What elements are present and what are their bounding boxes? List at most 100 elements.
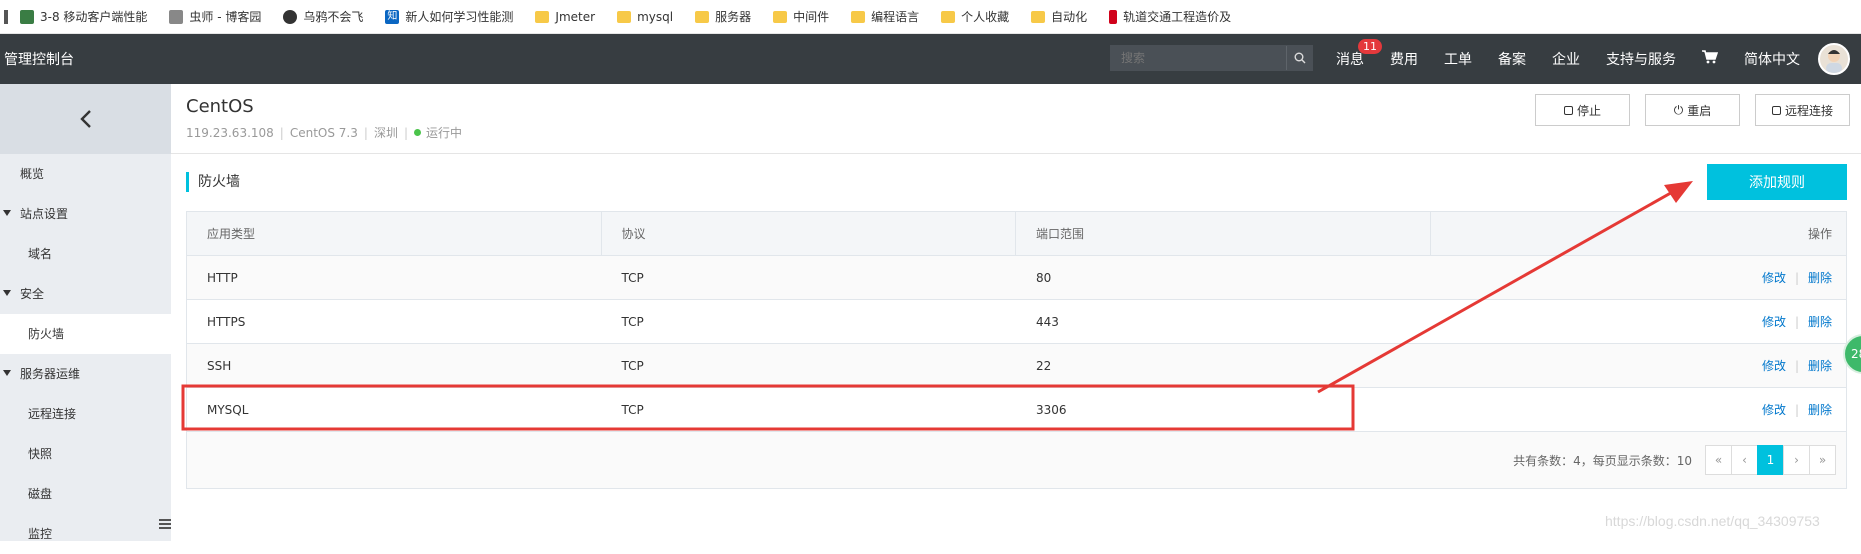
cell-protocol: TCP (621, 402, 644, 417)
folder-icon (941, 10, 956, 23)
column-header: 应用类型 (187, 212, 602, 255)
bookmark-item[interactable]: 轨道交通工程造价及 (1109, 8, 1231, 25)
cell-protocol: TCP (621, 358, 644, 373)
nav-language[interactable]: 简体中文 (1744, 49, 1800, 69)
collapse-sidebar-button[interactable] (0, 84, 171, 154)
nav-tickets[interactable]: 工单 (1444, 49, 1472, 69)
pagination: « ‹ 1 › » (1705, 445, 1836, 475)
search-box (1110, 45, 1313, 71)
search-icon[interactable] (1286, 46, 1312, 70)
instance-region: 深圳 (373, 126, 398, 140)
sidebar-group-security[interactable]: 安全 (0, 274, 171, 314)
add-rule-button[interactable]: 添加规则 (1707, 164, 1847, 200)
table-row: MYSQL TCP 3306 修改 | 删除 (187, 388, 1846, 432)
bookmark-folder[interactable]: 自动化 (1031, 8, 1087, 25)
edit-link[interactable]: 修改 (1762, 313, 1786, 330)
page-1-button[interactable]: 1 (1757, 445, 1784, 475)
top-navigation: 管理控制台 消息11 费用 工单 备案 企业 支持与服务 简体中文 (0, 34, 1861, 84)
cell-app: MYSQL (207, 402, 249, 417)
caret-down-icon (3, 210, 11, 216)
edit-link[interactable]: 修改 (1762, 401, 1786, 418)
column-header: 协议 (602, 212, 1016, 255)
bookmark-item[interactable]: 知新人如何学习性能测 (385, 8, 513, 25)
bookmark-icon (169, 9, 184, 24)
instance-header: CentOS 119.23.63.108 | CentOS 7.3 | 深圳 |… (171, 84, 1861, 154)
bookmark-item[interactable]: 虫师 - 博客园 (169, 8, 261, 25)
prev-page-button[interactable]: ‹ (1731, 445, 1758, 475)
delete-link[interactable]: 删除 (1808, 357, 1832, 374)
bookmark-icon (283, 9, 298, 24)
bookmark-icon (1109, 9, 1118, 24)
last-page-button[interactable]: » (1809, 445, 1836, 475)
pagination-summary: 共有条数：4，每页显示条数：10 (1513, 453, 1692, 468)
delete-link[interactable]: 删除 (1808, 269, 1832, 286)
firewall-table: 应用类型 协议 端口范围 操作 HTTP TCP 80 修改 | 删除 HTTPS … (186, 211, 1847, 489)
sidebar-item-remote[interactable]: 远程连接 (0, 394, 171, 434)
cell-port: 22 (1036, 358, 1052, 373)
bookmark-folder[interactable]: 服务器 (695, 8, 751, 25)
sidebar-item-firewall[interactable]: 防火墙 (0, 314, 171, 354)
instance-meta: 119.23.63.108 | CentOS 7.3 | 深圳 | 运行中 (186, 125, 463, 141)
cell-port: 3306 (1036, 402, 1067, 417)
edit-link[interactable]: 修改 (1762, 269, 1786, 286)
bookmark-item[interactable]: 3-8 移动客户端性能 (20, 8, 147, 25)
cell-port: 80 (1036, 270, 1052, 285)
edit-link[interactable]: 修改 (1762, 357, 1786, 374)
annotation-arrow-head (1664, 181, 1693, 203)
sidebar-item-snapshot[interactable]: 快照 (0, 434, 171, 474)
folder-icon (695, 10, 710, 23)
zhihu-icon: 知 (385, 9, 400, 24)
instance-ip: 119.23.63.108 (186, 125, 274, 140)
delete-link[interactable]: 删除 (1808, 313, 1832, 330)
folder-icon (1031, 10, 1046, 23)
watermark: https://blog.csdn.net/qq_34309753 (1605, 513, 1820, 529)
bookmark-item[interactable]: 乌鸦不会飞 (283, 8, 363, 25)
remote-icon (1771, 105, 1781, 115)
console-brand[interactable]: 管理控制台 (4, 49, 74, 69)
bookmark-icon (20, 9, 34, 24)
nav-icp[interactable]: 备案 (1498, 49, 1526, 69)
table-header: 应用类型 协议 端口范围 操作 (187, 212, 1846, 256)
nav-billing[interactable]: 费用 (1390, 49, 1418, 69)
bookmark-folder[interactable]: mysql (617, 10, 673, 24)
folder-icon (851, 10, 866, 23)
delete-link[interactable]: 删除 (1808, 401, 1832, 418)
table-footer: 共有条数：4，每页显示条数：10 « ‹ 1 › » (187, 432, 1846, 488)
stop-icon (1563, 105, 1573, 115)
next-page-button[interactable]: › (1783, 445, 1810, 475)
restart-button[interactable]: ⏻ 重启 (1645, 94, 1740, 126)
cell-ops: 修改 | 删除 (1761, 313, 1833, 330)
sidebar-item-monitor[interactable]: 监控 (0, 514, 171, 554)
folder-icon (773, 10, 788, 23)
column-header: 端口范围 (1016, 212, 1431, 255)
sidebar-group-server-ops[interactable]: 服务器运维 (0, 354, 171, 394)
sidebar-item-overview[interactable]: 概览 (0, 154, 171, 194)
bookmark-folder[interactable]: 中间件 (773, 8, 829, 25)
sidebar-group-site-settings[interactable]: 站点设置 (0, 194, 171, 234)
bookmark-folder[interactable]: 编程语言 (851, 8, 919, 25)
nav-enterprise[interactable]: 企业 (1552, 49, 1580, 69)
cell-ops: 修改 | 删除 (1761, 269, 1833, 286)
avatar[interactable] (1818, 43, 1850, 75)
search-input[interactable] (1111, 46, 1286, 70)
sidebar: 概览 站点设置 域名 安全 防火墙 服务器运维 远程连接 快照 磁盘 监控 (0, 84, 171, 541)
cart-icon[interactable] (1702, 50, 1719, 68)
caret-down-icon (3, 370, 11, 376)
menu-toggle-icon[interactable] (159, 518, 171, 530)
instance-status: 运行中 (426, 126, 463, 140)
table-row: HTTPS TCP 443 修改 | 删除 (187, 300, 1846, 344)
first-page-button[interactable]: « (1705, 445, 1732, 475)
bookmark-folder[interactable]: Jmeter (535, 10, 595, 24)
table-row: HTTP TCP 80 修改 | 删除 (187, 256, 1846, 300)
stop-button[interactable]: 停止 (1535, 94, 1630, 126)
sidebar-item-disk[interactable]: 磁盘 (0, 474, 171, 514)
bookmark-folder[interactable]: 个人收藏 (941, 8, 1009, 25)
apps-icon[interactable] (4, 9, 8, 24)
nav-support[interactable]: 支持与服务 (1606, 49, 1676, 69)
folder-icon (617, 10, 632, 23)
remote-connect-button[interactable]: 远程连接 (1755, 94, 1850, 126)
power-icon: ⏻ (1673, 102, 1684, 117)
sidebar-item-domain[interactable]: 域名 (0, 234, 171, 274)
nav-messages[interactable]: 消息 11 (1336, 39, 1382, 69)
section-title: 防火墙 (186, 172, 240, 192)
